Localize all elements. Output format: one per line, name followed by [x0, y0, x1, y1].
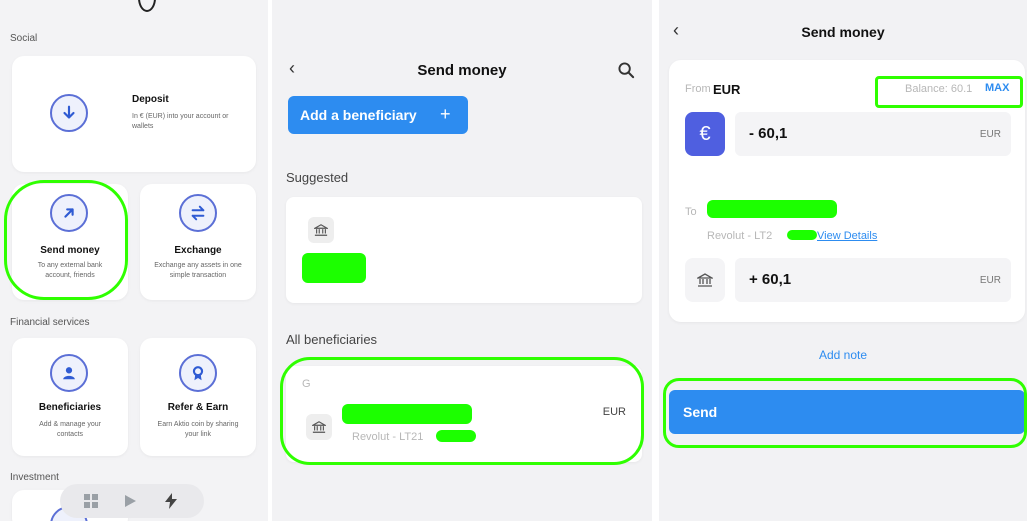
deposit-desc: In € (EUR) into your account or wallets	[132, 113, 229, 130]
from-unit: EUR	[979, 129, 1001, 140]
redacted-recipient	[707, 200, 837, 218]
exchange-card[interactable]: Exchange Exchange any assets in one simp…	[140, 184, 256, 300]
from-amount: - 60,1	[749, 125, 788, 142]
send-form-panel: ‹ Send money From EUR Balance: 60.1 MAX …	[659, 0, 1027, 521]
user-icon	[50, 354, 88, 392]
page-title: Send money	[801, 24, 885, 40]
redacted-name	[302, 253, 366, 283]
award-icon	[179, 354, 217, 392]
to-sub: Revolut - LT2	[707, 230, 773, 242]
grid-icon[interactable]	[84, 494, 98, 508]
bolt-icon[interactable]	[164, 493, 178, 509]
exchange-title: Exchange	[174, 245, 222, 256]
add-beneficiary-label: Add a beneficiary	[300, 107, 417, 123]
beneficiary-select-panel: ‹ Send money Add a beneficiary + Suggest…	[272, 0, 652, 521]
bottom-nav	[60, 484, 204, 518]
redacted-account	[787, 230, 817, 240]
all-beneficiaries-heading: All beneficiaries	[286, 332, 378, 347]
beneficiaries-desc: Add & manage your contacts	[39, 421, 101, 438]
to-label: To	[685, 206, 697, 218]
from-amount-field[interactable]: - 60,1 EUR	[735, 112, 1011, 156]
deposit-card[interactable]: Deposit In € (EUR) into your account or …	[12, 56, 256, 172]
play-icon[interactable]	[123, 494, 137, 508]
beneficiaries-title: Beneficiaries	[38, 402, 102, 413]
swap-icon	[179, 194, 217, 232]
add-beneficiary-button[interactable]: Add a beneficiary +	[288, 96, 468, 134]
to-amount-field: + 60,1 EUR	[735, 258, 1011, 302]
section-investment-label: Investment	[10, 472, 59, 483]
from-label: From	[685, 83, 711, 95]
exchange-desc: Exchange any assets in one simple transa…	[154, 262, 242, 279]
euro-icon: €	[685, 112, 725, 156]
refer-earn-desc: Earn Aktio coin by sharing your link	[157, 421, 239, 438]
send-money-highlight	[4, 180, 128, 300]
plus-icon: +	[440, 104, 451, 124]
beneficiaries-card[interactable]: Beneficiaries Add & manage your contacts	[12, 338, 128, 456]
refer-earn-card[interactable]: Refer & Earn Earn Aktio coin by sharing …	[140, 338, 256, 456]
top-crop-fragment	[138, 0, 218, 12]
from-currency: EUR	[713, 82, 741, 97]
page-title: Send money	[417, 62, 507, 79]
add-note-link[interactable]: Add note	[659, 348, 1027, 362]
view-details-link[interactable]: View Details	[817, 230, 877, 242]
deposit-title: Deposit	[132, 94, 169, 105]
to-unit: EUR	[979, 275, 1001, 286]
bank-icon	[308, 217, 334, 243]
refer-earn-title: Refer & Earn	[167, 402, 229, 413]
suggested-heading: Suggested	[286, 170, 349, 185]
arrow-down-icon	[50, 94, 88, 132]
suggested-card[interactable]	[286, 197, 642, 303]
beneficiary-highlight	[280, 357, 644, 465]
bank-icon	[685, 258, 725, 302]
to-amount: + 60,1	[749, 271, 792, 288]
balance-highlight	[875, 76, 1023, 108]
section-financial-label: Financial services	[10, 317, 90, 328]
services-panel: Social Deposit In € (EUR) into your acco…	[0, 0, 268, 521]
section-social-label: Social	[10, 33, 38, 44]
send-highlight	[663, 378, 1027, 448]
search-icon[interactable]	[618, 62, 635, 79]
